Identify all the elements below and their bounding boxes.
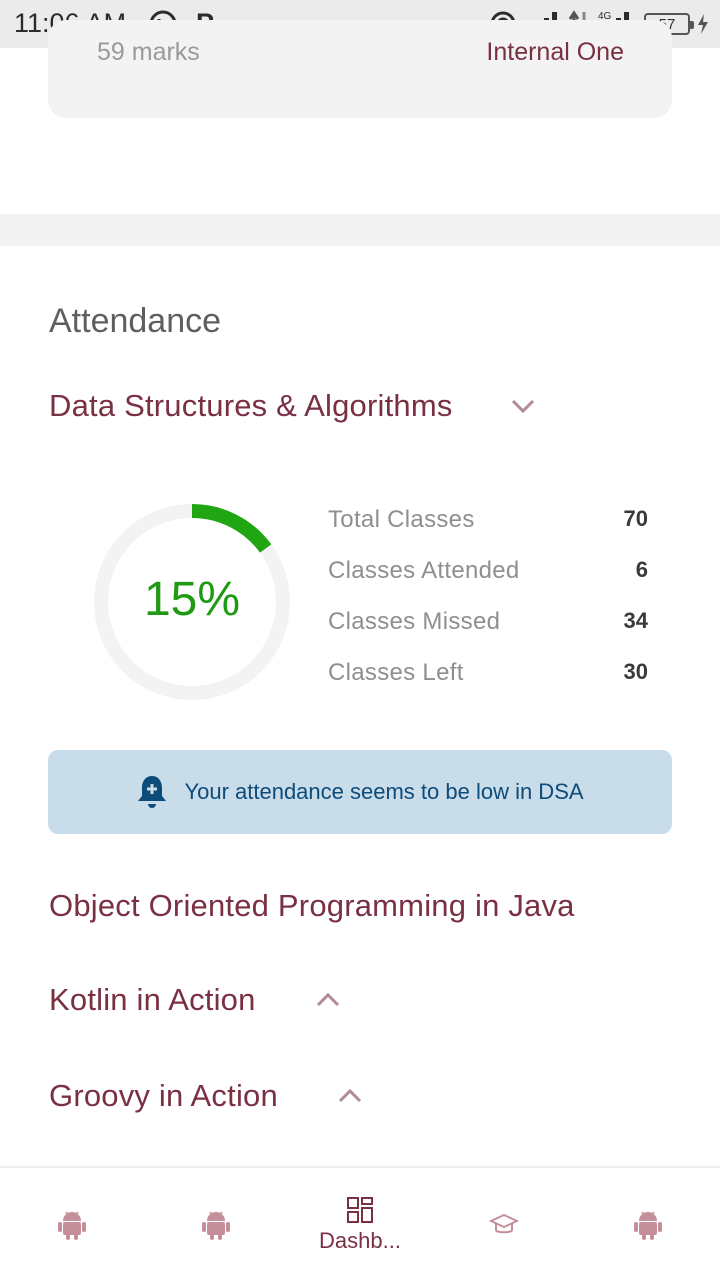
- nav-label: Dashb...: [319, 1228, 401, 1253]
- bottom-navigation: Dashb...: [0, 1166, 720, 1280]
- stat-value: 30: [623, 659, 648, 684]
- chevron-up-icon[interactable]: [336, 1082, 364, 1110]
- subject-row-kotlin[interactable]: Kotlin in Action: [49, 978, 342, 1022]
- section-divider: [0, 214, 720, 246]
- chevron-down-icon[interactable]: [509, 392, 537, 420]
- exam-name: Internal One: [486, 38, 624, 66]
- stat-row-total-classes: Total Classes 70: [328, 500, 650, 551]
- attendance-percentage: 15%: [143, 573, 241, 626]
- chevron-up-icon[interactable]: [314, 986, 342, 1014]
- stat-label: Total Classes: [328, 506, 475, 533]
- stat-label: Classes Attended: [328, 557, 520, 584]
- stat-label: Classes Missed: [328, 608, 501, 635]
- subject-row-oop-java[interactable]: Object Oriented Programming in Java: [49, 884, 575, 928]
- graduation-cap-icon: [489, 1213, 519, 1234]
- nav-item-dashboard[interactable]: Dashb...: [288, 1168, 432, 1282]
- subject-label: Kotlin in Action: [49, 982, 256, 1017]
- alert-message: Your attendance seems to be low in DSA: [184, 779, 584, 804]
- exam-result-card[interactable]: 59 marks Internal One: [48, 20, 672, 118]
- stat-value: 34: [623, 608, 648, 633]
- attendance-title: Attendance: [49, 302, 222, 340]
- subject-label: Object Oriented Programming in Java: [49, 888, 575, 923]
- low-attendance-alert: Your attendance seems to be low in DSA: [48, 750, 672, 834]
- attendance-stats: Total Classes 70 Classes Attended 6 Clas…: [328, 500, 650, 704]
- marks-value: 59 marks: [97, 38, 200, 66]
- bell-add-icon: [138, 776, 167, 808]
- subject-row-groovy[interactable]: Groovy in Action: [49, 1074, 364, 1118]
- stat-label: Classes Left: [328, 659, 464, 686]
- nav-item-1[interactable]: [0, 1168, 144, 1282]
- nav-item-4[interactable]: [432, 1168, 576, 1282]
- android-icon: [202, 1211, 230, 1240]
- subject-label: Groovy in Action: [49, 1078, 278, 1113]
- stat-row-classes-attended: Classes Attended 6: [328, 551, 650, 602]
- subject-label: Data Structures & Algorithms: [49, 388, 453, 423]
- nav-item-2[interactable]: [144, 1168, 288, 1282]
- stat-value: 6: [635, 557, 648, 582]
- android-icon: [634, 1211, 662, 1240]
- stat-row-classes-missed: Classes Missed 34: [328, 602, 650, 653]
- charging-icon: [698, 14, 708, 34]
- stat-value: 70: [623, 506, 648, 531]
- nav-item-5[interactable]: [576, 1168, 720, 1282]
- dashboard-icon: [347, 1197, 373, 1223]
- stat-row-classes-left: Classes Left 30: [328, 653, 650, 704]
- subject-dropdown-dsa[interactable]: Data Structures & Algorithms: [49, 384, 537, 428]
- android-icon: [58, 1211, 86, 1240]
